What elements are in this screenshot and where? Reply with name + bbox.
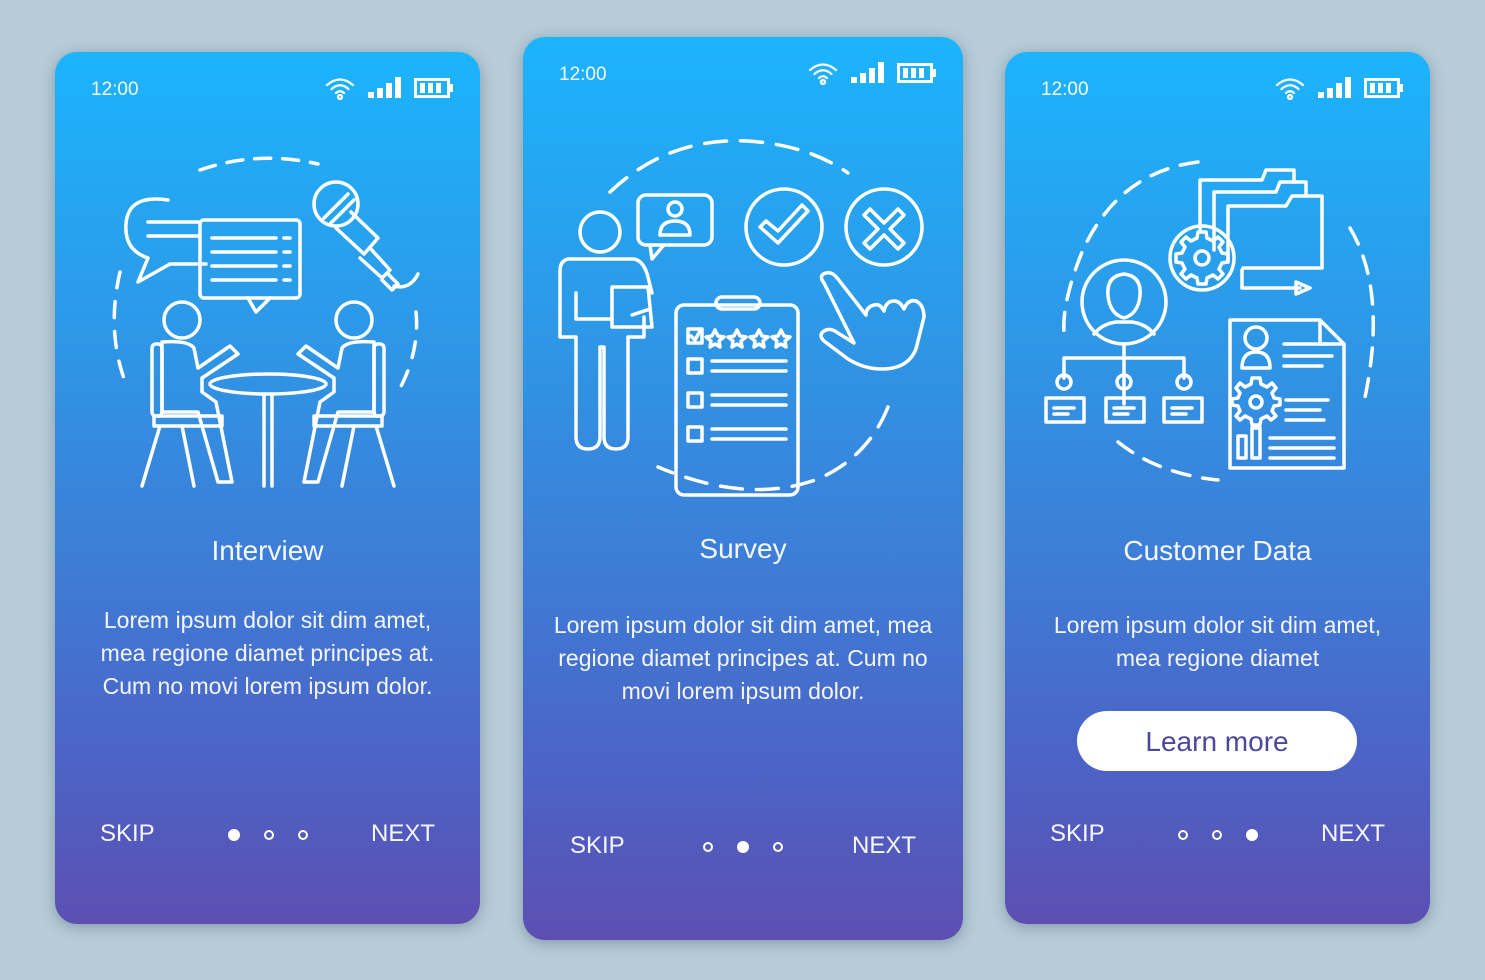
status-time: 12:00 — [91, 79, 139, 100]
onboarding-screen-customer-data: 12:00 Customer Data Lorem ipsum dolor si… — [1005, 52, 1430, 924]
user-avatar-icon — [1079, 258, 1168, 346]
screen-title: Customer Data — [1123, 535, 1312, 566]
status-bar: 12:00 — [523, 37, 963, 107]
onboarding-footer: SKIP NEXT — [1005, 815, 1430, 855]
page-indicator — [703, 841, 783, 853]
table-icon — [207, 372, 328, 396]
page-dot-2[interactable] — [737, 841, 749, 853]
status-time: 12:00 — [1041, 79, 1089, 100]
screen-description: Lorem ipsum dolor sit dim amet, mea regi… — [1053, 612, 1382, 671]
user-profile-bubble-icon — [636, 193, 714, 261]
battery-icon — [414, 78, 453, 98]
signal-icon — [368, 77, 401, 98]
page-dot-3[interactable] — [1245, 829, 1258, 841]
battery-icon — [897, 63, 936, 83]
battery-icon — [1364, 78, 1403, 98]
survey-illustration — [523, 137, 963, 507]
x-circle-icon — [844, 187, 924, 267]
status-time: 12:00 — [559, 64, 607, 85]
onboarding-screen-survey: 12:00 Survey Lorem ipsum dolor sit dim a… — [523, 37, 963, 940]
microphone-icon — [311, 180, 420, 292]
person-icon — [558, 210, 654, 451]
status-icons — [807, 61, 937, 85]
dashed-ring — [197, 156, 320, 172]
next-button[interactable]: NEXT — [1321, 820, 1385, 848]
onboarding-screen-interview: 12:00 Interview Lorem ipsum dolor sit di… — [55, 52, 480, 924]
check-circle-icon — [744, 187, 824, 267]
skip-button[interactable]: SKIP — [1050, 820, 1105, 848]
screen-title: Interview — [211, 535, 324, 566]
page-dot-3[interactable] — [297, 830, 308, 840]
page-dot-1[interactable] — [227, 829, 240, 841]
onboarding-footer: SKIP NEXT — [55, 815, 480, 855]
screen-description: Lorem ipsum dolor sit dim amet, mea regi… — [100, 607, 435, 699]
skip-button[interactable]: SKIP — [100, 820, 155, 848]
screen-title: Survey — [699, 533, 787, 564]
next-button[interactable]: NEXT — [852, 832, 916, 860]
signal-icon — [1318, 77, 1351, 98]
clipboard-checklist-icon — [674, 295, 800, 497]
status-icons — [1274, 76, 1404, 100]
status-bar: 12:00 — [55, 52, 480, 122]
dashed-ring — [608, 138, 850, 194]
signal-icon — [851, 62, 884, 83]
screen-description: Lorem ipsum dolor sit dim amet, mea regi… — [553, 612, 933, 704]
status-bar: 12:00 — [1005, 52, 1430, 122]
page-indicator — [1177, 829, 1258, 841]
skip-button[interactable]: SKIP — [570, 832, 625, 860]
next-button[interactable]: NEXT — [371, 820, 435, 848]
wifi-icon — [808, 63, 838, 85]
page-dot-3[interactable] — [773, 842, 783, 852]
customer-data-illustration — [1005, 152, 1430, 492]
wifi-icon — [1275, 78, 1305, 100]
person-left-icon — [139, 300, 240, 488]
gear-icon — [1167, 224, 1236, 292]
status-icons — [324, 76, 454, 100]
onboarding-footer: SKIP NEXT — [523, 827, 963, 867]
pointing-hand-icon — [819, 270, 926, 371]
wifi-icon — [325, 78, 355, 100]
person-right-icon — [295, 300, 396, 488]
page-dot-2[interactable] — [263, 830, 274, 840]
hierarchy-icon — [1043, 342, 1204, 424]
page-dot-2[interactable] — [1211, 830, 1222, 840]
page-dot-1[interactable] — [703, 842, 713, 852]
speech-bubble-icon — [123, 197, 208, 284]
page-dot-1[interactable] — [1177, 830, 1188, 840]
interview-illustration — [55, 152, 480, 492]
learn-more-button[interactable]: Learn more — [1077, 711, 1357, 771]
page-indicator — [227, 829, 308, 841]
profile-document-icon — [1227, 318, 1346, 470]
